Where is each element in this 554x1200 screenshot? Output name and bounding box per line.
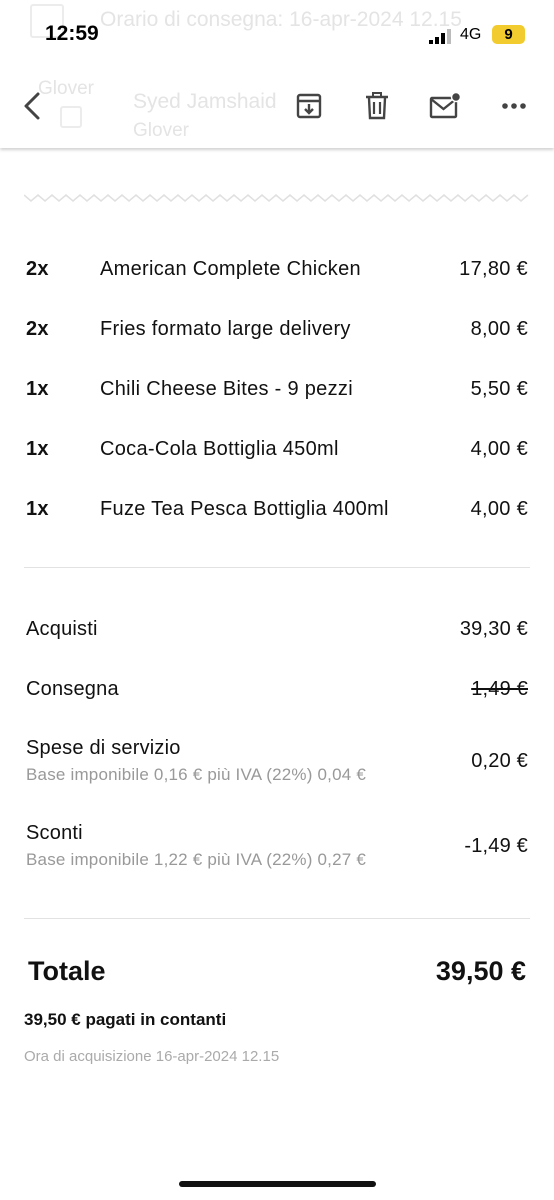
item-qty: 1x <box>26 378 49 400</box>
total-value: 39,50 € <box>435 956 526 986</box>
item-price: 8,00 € <box>470 318 528 340</box>
total-label: Totale <box>28 956 106 986</box>
item-row: 1x Chili Cheese Bites - 9 pezzi 5,50 € <box>0 360 554 400</box>
status-time: 12:59 <box>45 22 99 45</box>
sconti-sub: Base imponibile 1,22 € più IVA (22%) 0,2… <box>26 850 366 869</box>
servizio-value: 0,20 € <box>471 750 528 772</box>
receipt-edge <box>24 194 529 202</box>
payment-info: 39,50 € pagati in contanti <box>24 1010 227 1029</box>
divider <box>24 918 530 919</box>
item-row: 2x Fries formato large delivery 8,00 € <box>0 300 554 340</box>
item-qty: 2x <box>26 318 49 340</box>
archive-icon <box>296 93 322 119</box>
delete-button[interactable] <box>357 86 397 126</box>
signal-icon <box>429 29 451 44</box>
archive-button[interactable] <box>289 86 329 126</box>
trash-icon <box>366 92 388 120</box>
divider <box>24 567 530 568</box>
home-indicator[interactable] <box>179 1181 376 1187</box>
item-name: American Complete Chicken <box>100 258 361 280</box>
acquisti-value: 39,30 € <box>459 618 528 640</box>
consegna-value: 1,49 € <box>471 678 528 700</box>
item-row: 1x Coca-Cola Bottiglia 450ml 4,00 € <box>0 420 554 460</box>
mark-unread-button[interactable] <box>425 86 465 126</box>
more-icon <box>502 103 526 109</box>
servizio-sub: Base imponibile 0,16 € più IVA (22%) 0,0… <box>26 765 366 784</box>
back-button[interactable] <box>12 86 52 126</box>
sconti-value: -1,49 € <box>464 835 528 857</box>
background-subject: Orario di consegna: 16-apr-2024 12.15 <box>100 8 462 31</box>
background-sender: Syed Jamshaid <box>133 90 277 113</box>
acquisti-label: Acquisti <box>26 618 98 640</box>
servizio-label: Spese di servizio <box>26 737 181 759</box>
item-name: Chili Cheese Bites - 9 pezzi <box>100 378 353 400</box>
item-name: Coca-Cola Bottiglia 450ml <box>100 438 339 460</box>
more-button[interactable] <box>494 86 534 126</box>
item-qty: 1x <box>26 498 49 520</box>
mail-unread-icon <box>429 92 461 119</box>
sconti-label: Sconti <box>26 822 83 844</box>
acquisition-time: Ora di acquisizione 16-apr-2024 12.15 <box>24 1048 280 1065</box>
network-type: 4G <box>460 26 482 43</box>
item-row: 2x American Complete Chicken 17,80 € <box>0 240 554 280</box>
background-sender-sub: Glover <box>133 120 189 141</box>
item-row: 1x Fuze Tea Pesca Bottiglia 400ml 4,00 € <box>0 480 554 520</box>
item-name: Fuze Tea Pesca Bottiglia 400ml <box>100 498 389 520</box>
email-header: Orario di consegna: 16-apr-2024 12.15 Gl… <box>0 0 554 148</box>
item-price: 4,00 € <box>470 438 528 460</box>
battery-icon: 9 <box>492 25 525 44</box>
item-price: 17,80 € <box>459 258 528 280</box>
background-app-icon <box>60 106 82 128</box>
item-price: 4,00 € <box>470 498 528 520</box>
item-qty: 2x <box>26 258 49 280</box>
consegna-label: Consegna <box>26 678 119 700</box>
item-qty: 1x <box>26 438 49 460</box>
item-name: Fries formato large delivery <box>100 318 351 340</box>
item-price: 5,50 € <box>470 378 528 400</box>
chevron-left-icon <box>24 92 40 120</box>
